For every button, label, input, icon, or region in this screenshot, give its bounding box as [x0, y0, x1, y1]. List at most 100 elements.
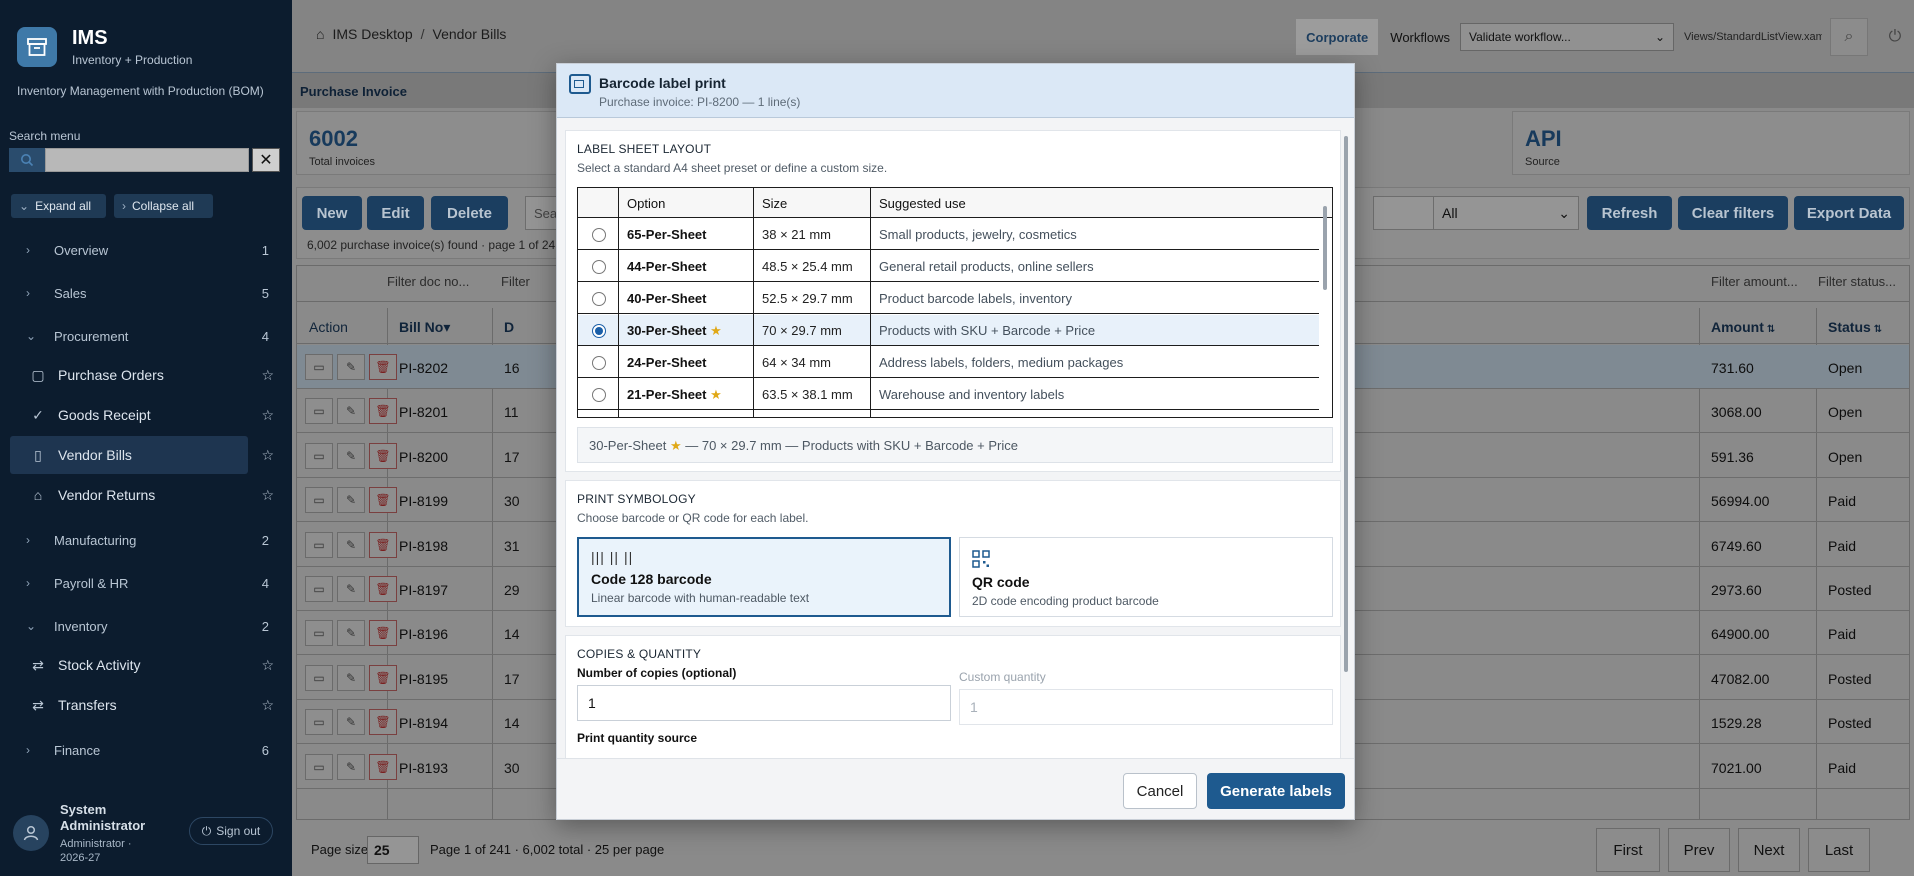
- trash-icon[interactable]: 🗑: [369, 576, 397, 602]
- layout-radio[interactable]: [592, 228, 606, 242]
- custom-quantity-input[interactable]: 1: [959, 689, 1333, 725]
- sidebar-item-goods-receipt[interactable]: ✓ Goods Receipt ☆: [10, 396, 274, 434]
- layout-radio[interactable]: [592, 260, 606, 274]
- favorite-star-icon[interactable]: ☆: [261, 407, 274, 424]
- table-scrollbar[interactable]: [1323, 206, 1327, 290]
- cancel-button[interactable]: Cancel: [1123, 773, 1197, 809]
- search-clear-button[interactable]: ✕: [252, 148, 280, 172]
- home-icon[interactable]: ⌂: [316, 26, 324, 42]
- filter-doc-no-input[interactable]: Filter doc no...: [387, 274, 487, 289]
- trash-icon[interactable]: 🗑: [369, 531, 397, 558]
- trash-icon[interactable]: 🗑: [369, 487, 397, 514]
- filter-date-input[interactable]: Filter: [501, 274, 530, 289]
- print-label-icon[interactable]: ▭: [305, 487, 333, 514]
- layout-radio[interactable]: [592, 324, 606, 338]
- nav-group-payroll-hr[interactable]: › Payroll & HR 4: [0, 565, 292, 601]
- breadcrumb-home[interactable]: IMS Desktop: [332, 26, 412, 42]
- layout-option-row[interactable]: 30-Per-Sheet ★ 70 × 29.7 mm Products with …: [578, 315, 1319, 346]
- trash-icon[interactable]: 🗑: [369, 620, 397, 647]
- layout-option-row[interactable]: 21-Per-Sheet ★ 63.5 × 38.1 mm Warehouse an…: [578, 379, 1319, 410]
- prev-page-button[interactable]: Prev: [1668, 828, 1730, 872]
- edit-icon[interactable]: ✎: [337, 709, 365, 736]
- last-page-button[interactable]: Last: [1808, 828, 1870, 872]
- layout-option-row[interactable]: 65-Per-Sheet 38 × 21 mm Small products, je…: [578, 219, 1319, 250]
- column-status[interactable]: Status ⇅: [1828, 319, 1882, 335]
- layout-radio[interactable]: [592, 356, 606, 370]
- print-label-icon[interactable]: ▭: [305, 442, 333, 469]
- refresh-button[interactable]: Refresh: [1587, 196, 1672, 230]
- nav-group-manufacturing[interactable]: › Manufacturing 2: [0, 522, 292, 558]
- power-button[interactable]: ⏻: [1876, 18, 1914, 56]
- company-selector[interactable]: Corporate: [1296, 19, 1379, 55]
- nav-group-finance[interactable]: › Finance 6: [0, 732, 292, 768]
- nav-group-inventory[interactable]: ⌄ Inventory 2: [0, 608, 292, 644]
- print-label-icon[interactable]: ▭: [305, 709, 333, 736]
- trash-icon[interactable]: 🗑: [369, 354, 397, 380]
- trash-icon[interactable]: 🗑: [369, 442, 397, 469]
- sign-out-button[interactable]: ⏻ Sign out: [189, 817, 273, 845]
- sidebar-item-purchase-orders[interactable]: ▢ Purchase Orders ☆: [10, 356, 274, 394]
- trash-icon[interactable]: 🗑: [369, 709, 397, 736]
- collapse-all-button[interactable]: › Collapse all: [114, 194, 213, 218]
- edit-icon[interactable]: ✎: [337, 620, 365, 647]
- edit-icon[interactable]: ✎: [337, 664, 365, 691]
- nav-group-overview[interactable]: › Overview 1: [0, 232, 292, 268]
- trash-icon[interactable]: 🗑: [369, 398, 397, 425]
- layout-option-row[interactable]: 40-Per-Sheet 52.5 × 29.7 mm Product barcod…: [578, 283, 1319, 314]
- export-data-button[interactable]: Export Data: [1794, 196, 1904, 230]
- edit-icon[interactable]: ✎: [337, 576, 365, 602]
- layout-radio[interactable]: [592, 292, 606, 306]
- sidebar-item-stock-activity[interactable]: ⇄ Stock Activity ☆: [10, 646, 274, 684]
- layout-option-row[interactable]: 44-Per-Sheet 48.5 × 25.4 mm General retail…: [578, 251, 1319, 282]
- edit-icon[interactable]: ✎: [337, 753, 365, 780]
- favorite-star-icon[interactable]: ☆: [261, 447, 274, 464]
- trash-icon[interactable]: 🗑: [369, 753, 397, 780]
- dialog-scrollbar[interactable]: [1344, 136, 1348, 672]
- favorite-star-icon[interactable]: ☆: [261, 367, 274, 384]
- generate-labels-button[interactable]: Generate labels: [1207, 773, 1345, 809]
- expand-all-button[interactable]: ⌄ Expand all: [11, 194, 106, 218]
- nav-group-sales[interactable]: › Sales 5: [0, 275, 292, 311]
- next-page-button[interactable]: Next: [1738, 828, 1800, 872]
- workflow-select[interactable]: Validate workflow... ⌄: [1460, 23, 1674, 51]
- edit-icon[interactable]: ✎: [337, 442, 365, 469]
- trash-icon[interactable]: 🗑: [369, 664, 397, 691]
- code128-option[interactable]: ||| || || Code 128 barcode Linear barcod…: [577, 537, 951, 617]
- column-date[interactable]: D: [504, 319, 514, 335]
- column-bill-no[interactable]: Bill No▾: [399, 319, 450, 336]
- favorite-star-icon[interactable]: ☆: [261, 697, 274, 714]
- delete-button[interactable]: Delete: [431, 196, 508, 230]
- favorite-star-icon[interactable]: ☆: [261, 657, 274, 674]
- print-label-icon[interactable]: ▭: [305, 664, 333, 691]
- filter-status-input[interactable]: Filter status...: [1818, 274, 1896, 289]
- print-label-icon[interactable]: ▭: [305, 398, 333, 425]
- sidebar-item-vendor-bills[interactable]: ▯ Vendor Bills ☆: [10, 436, 274, 474]
- copies-input[interactable]: 1: [577, 685, 951, 721]
- edit-icon[interactable]: ✎: [337, 531, 365, 558]
- global-search-button[interactable]: ⌕: [1830, 18, 1868, 56]
- edit-icon[interactable]: ✎: [337, 487, 365, 514]
- print-label-icon[interactable]: ▭: [305, 576, 333, 602]
- edit-button[interactable]: Edit: [367, 196, 424, 230]
- favorite-star-icon[interactable]: ☆: [261, 487, 274, 504]
- edit-icon[interactable]: ✎: [337, 354, 365, 380]
- first-page-button[interactable]: First: [1596, 828, 1660, 872]
- layout-option-row[interactable]: 24-Per-Sheet 64 × 34 mm Address labels, fo…: [578, 347, 1319, 378]
- new-button[interactable]: New: [302, 196, 362, 230]
- page-size-select[interactable]: 25: [367, 836, 419, 864]
- nav-group-procurement[interactable]: ⌄ Procurement 4: [0, 318, 292, 354]
- edit-icon[interactable]: ✎: [337, 398, 365, 425]
- qr-code-option[interactable]: QR code 2D code encoding product barcode: [959, 537, 1333, 617]
- search-menu-input[interactable]: [45, 148, 249, 172]
- print-label-icon[interactable]: ▭: [305, 354, 333, 380]
- status-filter-select[interactable]: All ⌄: [1433, 196, 1579, 230]
- sidebar-item-transfers[interactable]: ⇄ Transfers ☆: [10, 686, 274, 724]
- column-amount[interactable]: Amount ⇅: [1711, 319, 1775, 335]
- filter-amount-input[interactable]: Filter amount...: [1711, 274, 1798, 289]
- print-label-icon[interactable]: ▭: [305, 620, 333, 647]
- sidebar-item-vendor-returns[interactable]: ⌂ Vendor Returns ☆: [10, 476, 274, 514]
- layout-radio[interactable]: [592, 388, 606, 402]
- print-label-icon[interactable]: ▭: [305, 531, 333, 558]
- print-label-icon[interactable]: ▭: [305, 753, 333, 780]
- clear-filters-button[interactable]: Clear filters: [1678, 196, 1788, 230]
